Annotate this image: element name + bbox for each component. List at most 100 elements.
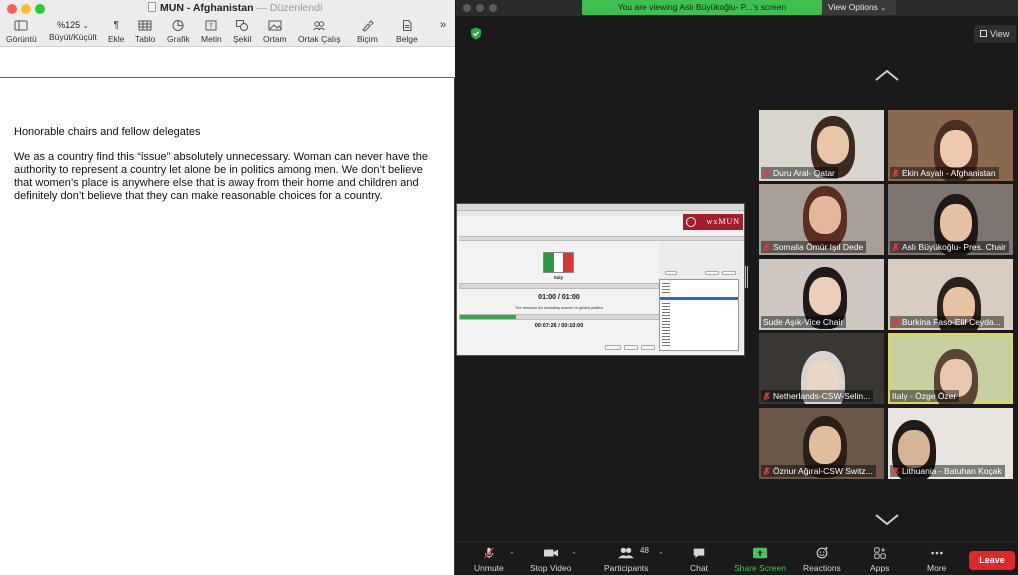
participant-name: Duru Aral- Qatar <box>773 168 835 178</box>
shared-tabs <box>459 236 744 241</box>
minimize-window-button[interactable] <box>476 4 484 12</box>
pages-titlebar: MUN - Afghanistan — Düzenlendi <box>0 0 455 17</box>
microphone-muted-icon <box>763 168 770 178</box>
participant-tile[interactable]: Somalia Ömür Işıl Dede <box>759 184 884 255</box>
scroll-up-chevron-icon[interactable] <box>874 68 900 82</box>
view-options-dropdown[interactable]: View Options ⌄ <box>822 0 896 15</box>
zoom-select[interactable]: %125 ⌄ Büyüt/Küçült <box>49 19 97 42</box>
stop-video-button[interactable]: Stop Video <box>530 546 571 573</box>
meeting-controls: Unmute ⌃ Stop Video ⌃ Participants 48 ⌃ … <box>456 541 1018 575</box>
collaborate-button[interactable]: Ortak Çalış <box>298 19 341 44</box>
apps-button[interactable]: Apps <box>870 546 889 573</box>
country-list <box>659 279 739 351</box>
microphone-muted-icon <box>892 242 899 252</box>
participant-face <box>809 426 841 464</box>
participant-tile[interactable]: Sude Aşık-Vice Chair <box>759 259 884 330</box>
participant-name-label: Sude Aşık-Vice Chair <box>761 316 847 328</box>
participant-tile[interactable]: Lithuania - Batuhan Koçak <box>888 408 1013 479</box>
video-options-caret[interactable]: ⌃ <box>571 551 577 559</box>
pages-window: MUN - Afghanistan — Düzenlendi Görüntü %… <box>0 0 455 575</box>
participant-tile[interactable]: Italy - Özge Özer <box>888 333 1013 404</box>
zoom-value: %125 ⌄ <box>57 20 89 30</box>
participant-name: Sude Aşık-Vice Chair <box>763 317 844 327</box>
shape-button[interactable]: Şekil <box>233 19 251 44</box>
chart-button[interactable]: Grafik <box>167 19 190 44</box>
audio-options-caret[interactable]: ⌃ <box>509 551 515 559</box>
speaker-country: Italy <box>553 275 563 280</box>
participant-tile[interactable]: Ekin Asyalı - Afghanistan <box>888 110 1013 181</box>
participant-face <box>817 126 849 164</box>
minimize-window-button[interactable] <box>21 4 31 14</box>
table-button[interactable]: Tablo <box>135 19 155 44</box>
participant-name: Ekin Asyalı - Afghanistan <box>902 168 996 178</box>
participant-tile[interactable]: Burkina Faso-Elif Ceyda... <box>888 259 1013 330</box>
participant-tile[interactable]: Öznur Ağıral-CSW Switz... <box>759 408 884 479</box>
italy-flag <box>543 252 574 273</box>
shared-screen[interactable]: wxMUN Italy 01:00 / 01:00 The reasons fo… <box>456 203 745 356</box>
participant-name: Lithuania - Batuhan Koçak <box>902 466 1002 476</box>
participant-name-label: Lithuania - Batuhan Koçak <box>890 465 1005 477</box>
scroll-down-chevron-icon[interactable] <box>874 513 900 527</box>
unmute-button[interactable]: Unmute <box>474 546 504 573</box>
participants-count: 48 <box>640 546 649 555</box>
participant-face <box>809 277 841 315</box>
document-name: MUN - Afghanistan <box>160 2 254 14</box>
document-header-area <box>0 47 455 78</box>
chat-button[interactable]: Chat <box>690 546 708 573</box>
participant-name: Öznur Ağıral-CSW Switz... <box>773 466 873 476</box>
more-button[interactable]: More <box>927 546 946 573</box>
participant-face <box>940 204 972 242</box>
image-icon <box>268 20 282 31</box>
participant-name-label: Netherlands-CSW-Selin... <box>761 390 874 402</box>
document-title: MUN - Afghanistan — Düzenlendi <box>148 2 322 14</box>
document-icon <box>402 20 412 31</box>
document-button[interactable]: Belge <box>396 19 418 44</box>
participant-tile[interactable]: Duru Aral- Qatar <box>759 110 884 181</box>
microphone-muted-icon <box>892 168 899 178</box>
participants-options-caret[interactable]: ⌃ <box>658 551 664 559</box>
apps-icon <box>874 547 886 559</box>
split-view-handle[interactable] <box>745 266 748 288</box>
participant-tile[interactable]: Netherlands-CSW-Selin... <box>759 333 884 404</box>
zoom-window-button[interactable] <box>489 4 497 12</box>
chevron-down-icon: ⌄ <box>880 5 887 12</box>
document-body[interactable]: Honorable chairs and fellow delegates We… <box>14 126 439 215</box>
participant-name: Aslı Büyükoğlu- Pres. Chair <box>902 242 1006 252</box>
reactions-button[interactable]: Reactions <box>803 546 841 573</box>
svg-text:T: T <box>209 24 214 31</box>
zoom-window-button[interactable] <box>35 4 45 14</box>
session-progress-fill <box>460 315 516 319</box>
paintbrush-icon <box>362 20 375 32</box>
table-icon <box>138 20 152 31</box>
participant-tile[interactable]: Aslı Büyükoğlu- Pres. Chair <box>888 184 1013 255</box>
participants-icon <box>618 547 635 559</box>
toolbar-overflow-button[interactable]: » <box>440 19 446 31</box>
security-shield-icon[interactable] <box>470 27 482 40</box>
document-status: Düzenlendi <box>269 2 323 14</box>
participant-name-label: Italy - Özge Özer <box>890 390 960 402</box>
microphone-muted-icon <box>483 547 494 559</box>
participant-name-label: Ekin Asyalı - Afghanistan <box>890 167 999 179</box>
speaker-timer: 01:00 / 01:00 <box>538 294 580 301</box>
viewing-screen-banner: You are viewing Aslı Büyükoğlu- P...'s s… <box>582 0 822 15</box>
format-button[interactable]: Biçim <box>357 19 378 44</box>
view-button[interactable]: Görüntü <box>6 19 37 44</box>
close-window-button[interactable] <box>463 4 471 12</box>
microphone-muted-icon <box>892 317 899 327</box>
shape-icon <box>236 20 249 31</box>
insert-button[interactable]: ¶ Ekle <box>108 19 125 44</box>
leave-meeting-button[interactable]: Leave <box>969 551 1015 570</box>
participant-name-label: Duru Aral- Qatar <box>761 167 838 179</box>
debate-topic: The reasons for including women in globa… <box>514 305 604 310</box>
chart-icon <box>172 20 184 31</box>
view-layout-button[interactable]: View <box>974 25 1016 43</box>
media-button[interactable]: Ortam <box>263 19 287 44</box>
participant-face <box>898 430 930 468</box>
text-button[interactable]: T Metin <box>201 19 222 44</box>
close-window-button[interactable] <box>7 4 17 14</box>
share-screen-button[interactable]: Share Screen <box>734 546 786 573</box>
microphone-muted-icon <box>763 242 770 252</box>
participant-name-label: Aslı Büyükoğlu- Pres. Chair <box>890 241 1009 253</box>
participant-name-label: Burkina Faso-Elif Ceyda... <box>890 316 1004 328</box>
participant-face <box>940 130 972 168</box>
